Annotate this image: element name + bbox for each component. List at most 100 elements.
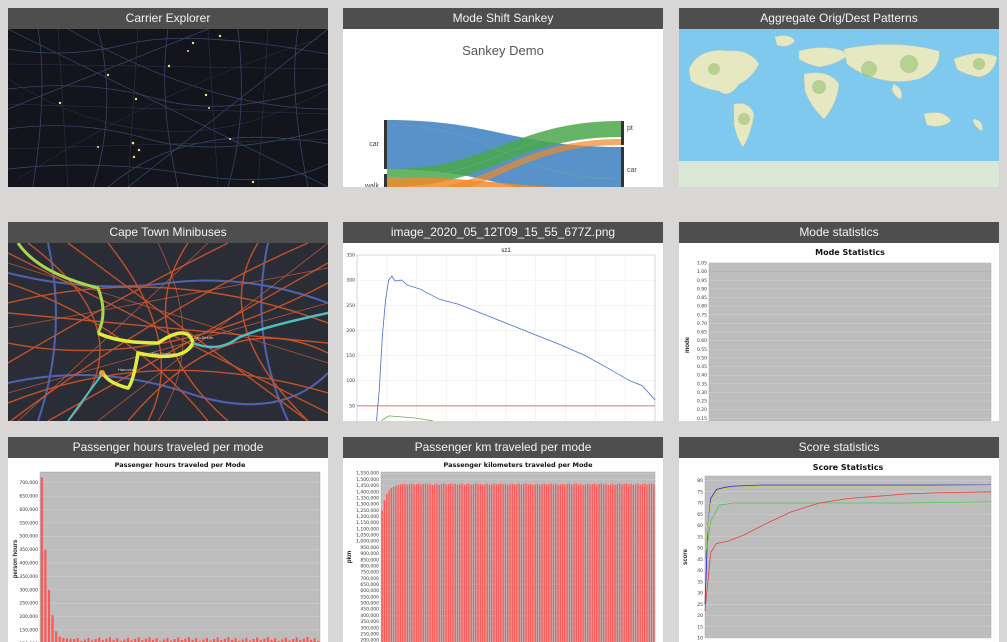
bar — [584, 484, 587, 642]
y-tick-label: 850,000 — [360, 557, 379, 563]
bar — [449, 483, 452, 642]
y-tick-label: 600,000 — [19, 507, 38, 513]
bar — [116, 638, 119, 642]
bar — [144, 638, 147, 642]
card-score-statistics[interactable]: Score statistics Score Statistics 10 15 20 2… — [679, 437, 999, 642]
y-tick-label: 0.35 — [697, 381, 707, 387]
bar — [98, 637, 101, 642]
bar — [650, 483, 653, 642]
bar — [295, 637, 298, 642]
y-tick-label: 65 — [697, 512, 703, 518]
bar — [302, 638, 305, 642]
bar — [500, 483, 502, 642]
y-tick-label: 80 — [697, 478, 703, 484]
bar — [545, 484, 548, 642]
bar — [568, 483, 571, 642]
y-tick-label: 0.45 — [697, 364, 707, 370]
y-axis-label: score — [683, 548, 689, 565]
bar — [227, 637, 230, 642]
bar — [653, 484, 655, 642]
y-tick-label: 350 — [346, 253, 355, 259]
bar — [543, 483, 545, 642]
sankey-label-car-right: car — [627, 167, 637, 174]
card-title: Score statistics — [679, 437, 999, 458]
y-tick-label: 0.20 — [697, 407, 707, 413]
card-mode-statistics[interactable]: Mode statistics Mode Statistics0.100.150… — [679, 222, 999, 421]
bar — [600, 483, 603, 642]
y-tick-label: 1,550,000 — [356, 471, 379, 477]
bar — [593, 483, 596, 642]
y-tick-label: 10 — [697, 636, 703, 642]
mode-stats-chart: Mode Statistics0.100.150.200.250.300.350… — [679, 243, 999, 421]
y-tick-label: 20 — [697, 613, 703, 619]
bar — [502, 484, 504, 642]
bar — [47, 589, 51, 642]
bar — [438, 484, 440, 642]
bar — [477, 484, 479, 642]
y-tick-label: 200,000 — [19, 614, 38, 620]
bar — [486, 483, 488, 642]
y-tick-label: 0.40 — [697, 373, 707, 379]
bar — [417, 483, 420, 642]
bar — [625, 483, 628, 642]
y-tick-label: 1,200,000 — [356, 514, 379, 520]
card-passenger-km[interactable]: Passenger km traveled per mode Passenger… — [343, 437, 663, 642]
y-tick-label: 50 — [697, 546, 703, 552]
y-tick-label: 0.30 — [697, 390, 707, 396]
card-image-chart[interactable]: image_2020_05_12T09_15_55_677Z.png sz1 50… — [343, 222, 663, 421]
card-mode-shift-sankey[interactable]: Mode Shift Sankey Sankey Demo car walk p… — [343, 8, 663, 187]
bar — [509, 484, 511, 642]
bar — [395, 485, 397, 642]
y-tick-label: 500,000 — [19, 534, 38, 540]
bar — [532, 484, 534, 642]
bar — [491, 484, 493, 642]
y-tick-label: 600,000 — [360, 588, 379, 594]
bar — [65, 638, 68, 642]
bar — [618, 483, 621, 642]
y-tick-label: 900,000 — [360, 551, 379, 557]
bar — [433, 484, 436, 642]
y-tick-label: 50 — [349, 403, 355, 409]
bar — [554, 483, 557, 642]
y-tick-label: 0.50 — [697, 355, 707, 361]
bar — [424, 483, 427, 642]
map-label: Hanover — [118, 367, 134, 372]
bar — [488, 484, 491, 642]
bar — [564, 484, 566, 642]
card-cape-town-minibuses[interactable]: Cape Town Minibuses Pier Sewage Jan Smut… — [8, 222, 328, 421]
bar — [266, 637, 270, 642]
plot-area — [704, 475, 992, 639]
bar — [445, 484, 447, 642]
passenger-km-chart: Passenger kilometers traveled per Mode 20… — [343, 458, 663, 642]
bar — [648, 484, 650, 642]
bar — [155, 638, 158, 642]
bar — [436, 483, 438, 642]
y-tick-label: 250,000 — [19, 601, 38, 607]
y-tick-label: 250,000 — [360, 631, 379, 637]
y-tick-label: 15 — [697, 624, 703, 630]
card-carrier-explorer[interactable]: Carrier Explorer — [8, 8, 328, 187]
bar — [641, 484, 644, 642]
carrier-map — [8, 29, 328, 187]
y-tick-label: 750,000 — [360, 570, 379, 576]
bar — [62, 638, 65, 642]
plot-area — [708, 262, 992, 421]
bar — [475, 483, 477, 642]
y-tick-label: 30 — [697, 591, 703, 597]
y-tick-label: 350,000 — [360, 619, 379, 625]
y-tick-label: 550,000 — [360, 594, 379, 600]
bar — [313, 638, 316, 642]
card-passenger-hours[interactable]: Passenger hours traveled per mode Passen… — [8, 437, 328, 642]
card-title: Passenger km traveled per mode — [343, 437, 663, 458]
card-aggregate-orig-dest[interactable]: Aggregate Orig/Dest Patterns — [679, 8, 999, 187]
bar — [263, 638, 266, 642]
y-tick-label: 0.65 — [697, 330, 707, 336]
card-title: image_2020_05_12T09_15_55_677Z.png — [343, 222, 663, 243]
bar — [539, 484, 541, 642]
bar — [427, 484, 429, 642]
bar — [76, 638, 79, 642]
bar — [644, 483, 646, 642]
bar — [413, 484, 415, 642]
y-tick-label: 450,000 — [360, 607, 379, 613]
bar — [589, 484, 591, 642]
